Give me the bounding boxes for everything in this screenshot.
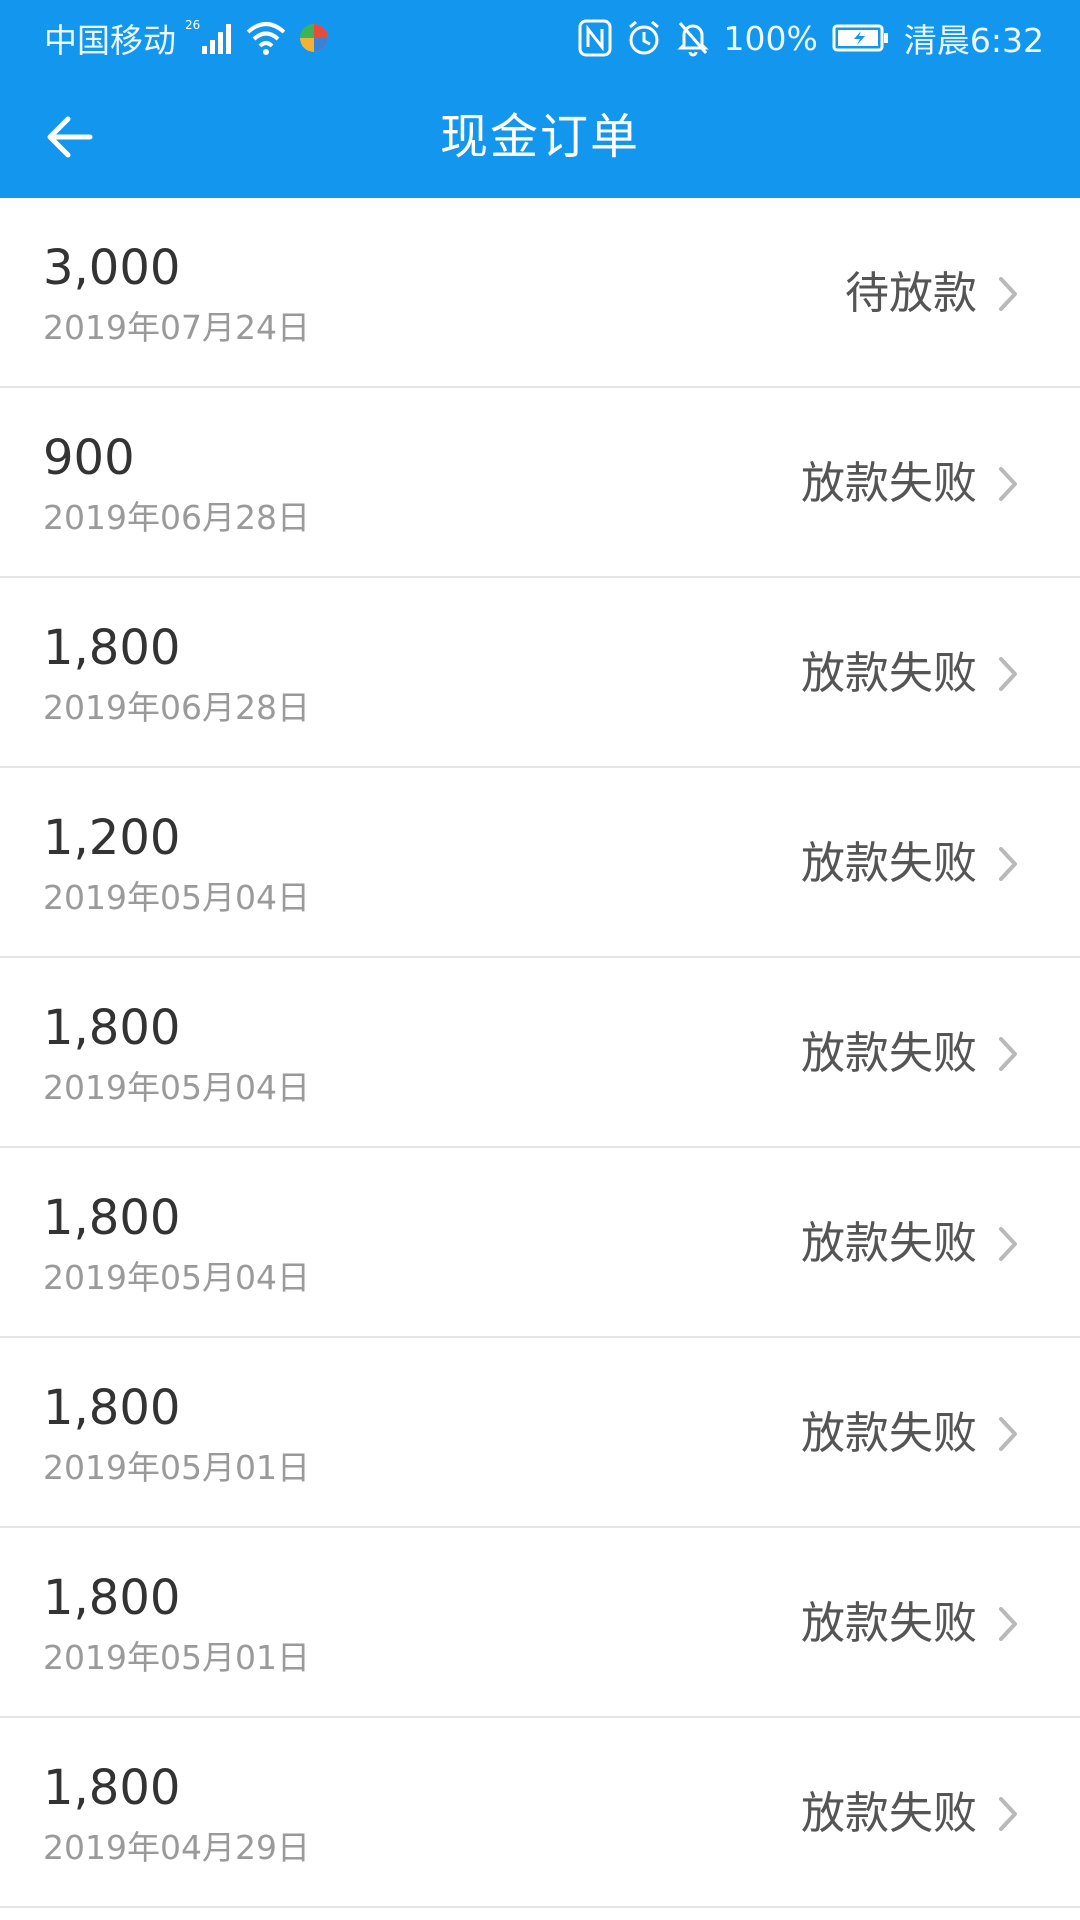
order-amount: 1,800 [43, 1380, 181, 1436]
clock-label: 清晨6:32 [903, 21, 1044, 60]
wifi-icon [244, 18, 288, 58]
mute-icon [676, 18, 710, 58]
app-screen: 中国移动 26 100% 清晨6:32 现金订单 3,000 2019年07月2… [0, 0, 1080, 1920]
order-amount: 1,800 [43, 1760, 181, 1816]
alarm-icon [626, 18, 662, 58]
order-amount: 1,800 [43, 1000, 181, 1056]
order-status: 放款失败 [801, 1028, 977, 1079]
order-amount: 900 [43, 430, 135, 486]
order-date: 2019年07月24日 [43, 308, 310, 347]
top-bar: 中国移动 26 100% 清晨6:32 现金订单 [0, 0, 1080, 198]
order-row[interactable]: 3,000 2019年07月24日 待放款 [0, 198, 1080, 388]
order-row[interactable]: 1,800 2019年05月04日 放款失败 [0, 1148, 1080, 1338]
status-bar-right: 100% 清晨6:32 [578, 16, 1044, 60]
order-amount: 1,800 [43, 1190, 181, 1246]
order-row[interactable]: 1,200 2019年05月04日 放款失败 [0, 768, 1080, 958]
chevron-right-icon [994, 1792, 1022, 1836]
order-status: 放款失败 [801, 458, 977, 509]
order-date: 2019年05月04日 [43, 1258, 310, 1297]
order-amount: 1,800 [43, 1570, 181, 1626]
network-type-label: 26 [185, 18, 200, 32]
chevron-right-icon [994, 842, 1022, 886]
order-status: 放款失败 [801, 838, 977, 889]
order-date: 2019年06月28日 [43, 688, 310, 727]
chevron-right-icon [994, 462, 1022, 506]
order-status: 放款失败 [801, 648, 977, 699]
page-title: 现金订单 [439, 109, 640, 165]
order-date: 2019年06月28日 [43, 498, 310, 537]
order-date: 2019年05月01日 [43, 1448, 310, 1487]
order-date: 2019年05月04日 [43, 878, 310, 917]
carrier-label: 中国移动 [44, 21, 176, 60]
order-row[interactable]: 1,800 2019年04月29日 放款失败 [0, 1718, 1080, 1908]
nav-bar: 现金订单 [0, 76, 1080, 198]
order-list: 3,000 2019年07月24日 待放款 900 2019年06月28日 放款… [0, 198, 1080, 1908]
order-status: 放款失败 [801, 1598, 977, 1649]
status-bar: 中国移动 26 100% 清晨6:32 [0, 0, 1080, 76]
order-status: 放款失败 [801, 1788, 977, 1839]
order-date: 2019年05月04日 [43, 1068, 310, 1107]
order-row[interactable]: 1,800 2019年05月01日 放款失败 [0, 1528, 1080, 1718]
status-bar-left: 中国移动 26 [44, 16, 332, 60]
order-row[interactable]: 900 2019年06月28日 放款失败 [0, 388, 1080, 578]
chevron-right-icon [994, 1222, 1022, 1266]
battery-icon [832, 18, 890, 58]
order-status: 放款失败 [801, 1408, 977, 1459]
app-notification-icon [296, 18, 332, 58]
order-amount: 3,000 [43, 240, 181, 296]
chevron-right-icon [994, 1032, 1022, 1076]
order-status: 放款失败 [801, 1218, 977, 1269]
chevron-right-icon [994, 1412, 1022, 1456]
order-amount: 1,800 [43, 620, 181, 676]
nfc-icon [578, 18, 612, 58]
chevron-right-icon [994, 1602, 1022, 1646]
chevron-right-icon [994, 652, 1022, 696]
chevron-right-icon [994, 272, 1022, 316]
order-row[interactable]: 1,800 2019年05月04日 放款失败 [0, 958, 1080, 1148]
signal-icon: 26 [184, 18, 236, 58]
order-row[interactable]: 1,800 2019年06月28日 放款失败 [0, 578, 1080, 768]
battery-percent-label: 100% [723, 18, 818, 58]
order-amount: 1,200 [43, 810, 181, 866]
order-status: 待放款 [845, 268, 977, 319]
order-date: 2019年04月29日 [43, 1828, 310, 1867]
order-date: 2019年05月01日 [43, 1638, 310, 1677]
order-row[interactable]: 1,800 2019年05月01日 放款失败 [0, 1338, 1080, 1528]
